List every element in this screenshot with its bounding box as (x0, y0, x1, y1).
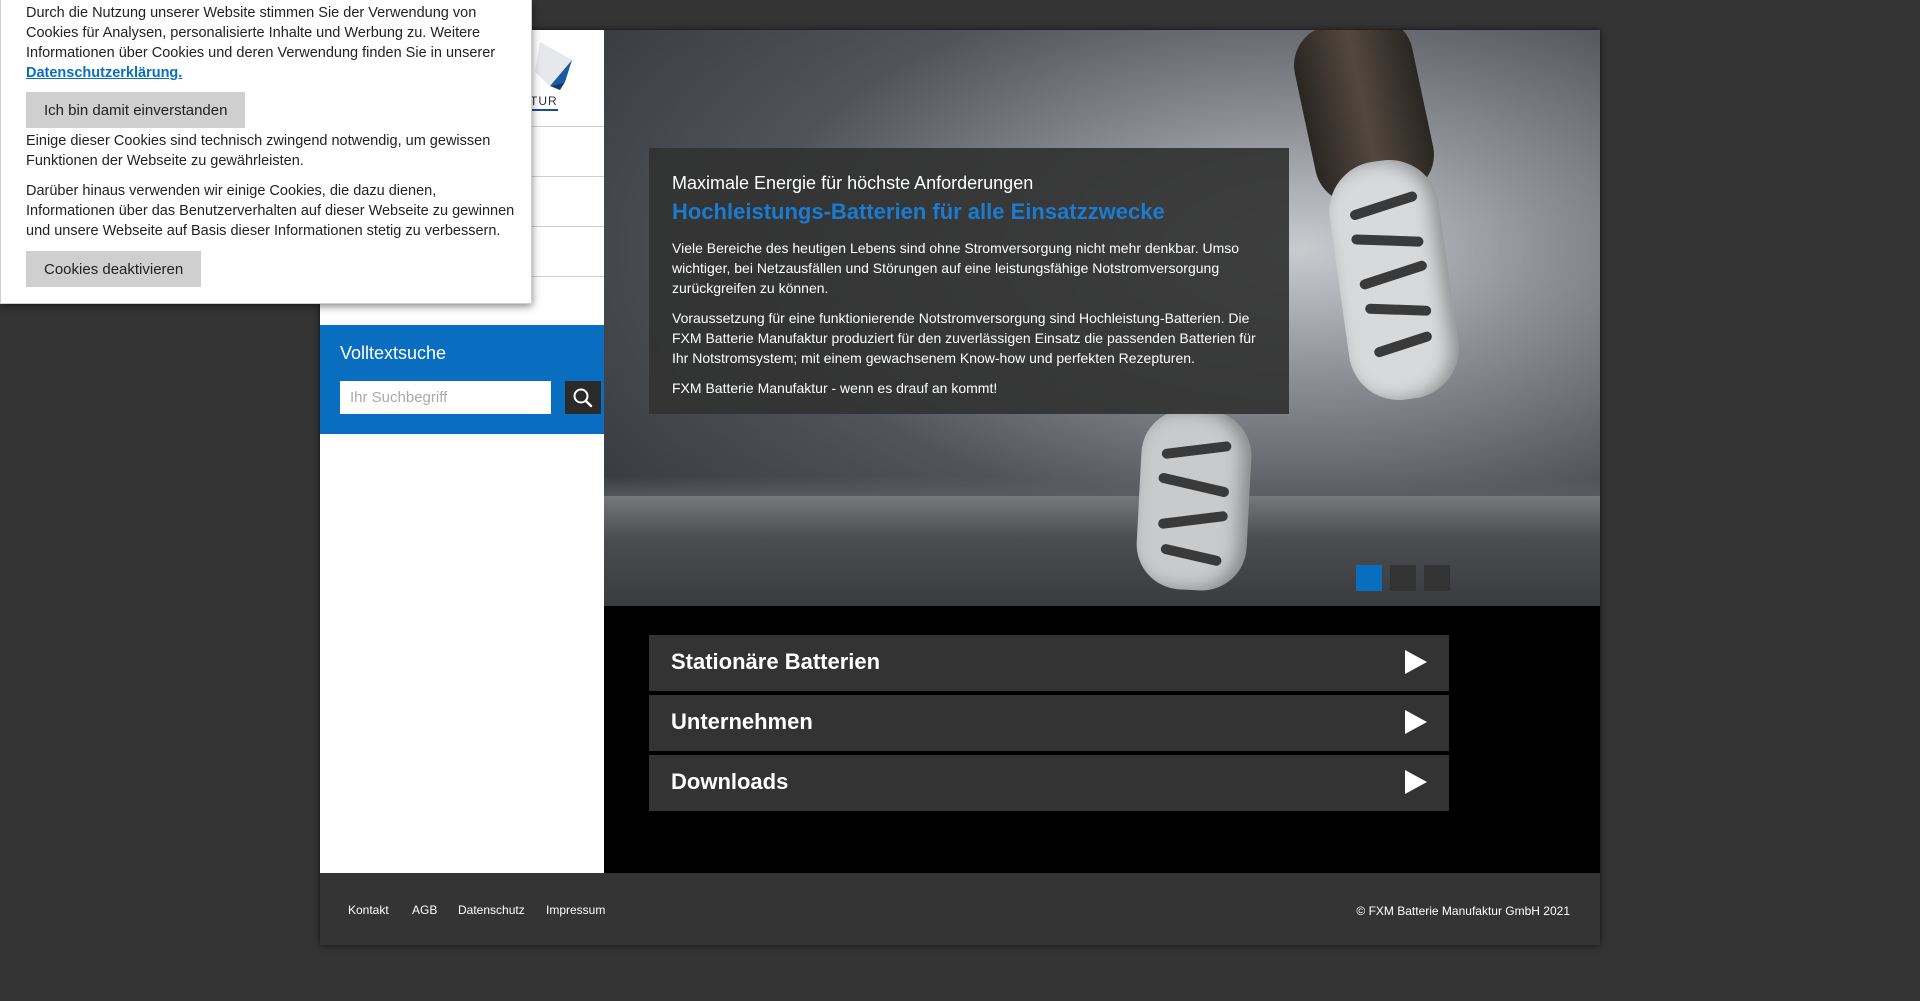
footer-link-kontakt[interactable]: Kontakt (348, 903, 389, 917)
privacy-policy-link[interactable]: Datenschutzerklärung. (26, 65, 182, 81)
accept-cookies-button[interactable]: Ich bin damit einverstanden (26, 92, 246, 128)
category-downloads[interactable]: Downloads (649, 755, 1449, 811)
category-label: Downloads (671, 769, 789, 794)
hero-paragraph: Voraussetzung für eine funktionierende N… (672, 310, 1256, 366)
category-label: Unternehmen (671, 709, 813, 734)
footer-link-datenschutz[interactable]: Datenschutz (458, 903, 525, 917)
category-label: Stationäre Batterien (671, 649, 881, 674)
footer-link-agb[interactable]: AGB (412, 903, 437, 917)
copyright: © FXM Batterie Manufaktur GmbH 2021 (1356, 904, 1570, 918)
slider-dot[interactable] (1424, 565, 1450, 591)
slider-dot[interactable] (1390, 565, 1416, 591)
search-button[interactable] (565, 381, 601, 414)
logo-text: TUR (530, 94, 558, 111)
search-panel: Volltextsuche (320, 325, 629, 434)
hero-shoe-sole (1322, 153, 1466, 407)
cookie-analytics-text: Darüber hinaus verwenden wir einige Cook… (26, 183, 515, 239)
hero-road (604, 496, 1600, 606)
search-input[interactable] (340, 381, 551, 414)
hero-paragraph: Viele Bereiche des heutigen Lebens sind … (672, 240, 1240, 296)
hero-text-card: Maximale Energie für höchste Anforderung… (649, 148, 1289, 414)
hero-title: Hochleistungs-Batterien für alle Einsatz… (672, 199, 1165, 224)
search-title: Volltextsuche (340, 343, 447, 363)
slider-dot[interactable] (1356, 565, 1382, 591)
search-icon (573, 388, 593, 408)
hero-paragraph: FXM Batterie Manufaktur - wenn es drauf … (672, 380, 998, 396)
arrow-right-icon (1405, 710, 1427, 734)
cookie-intro-text: Durch die Nutzung unserer Website stimme… (26, 5, 496, 61)
footer-link-impressum[interactable]: Impressum (546, 903, 605, 917)
cookie-banner: Durch die Nutzung unserer Website stimme… (0, 0, 532, 304)
category-stationaere-batterien[interactable]: Stationäre Batterien (649, 635, 1449, 691)
cookie-technical-text: Einige dieser Cookies sind technisch zwi… (26, 133, 491, 169)
arrow-right-icon (1405, 770, 1427, 794)
footer: Kontakt AGB Datenschutz Impressum © FXM … (320, 873, 1600, 945)
deactivate-cookies-button[interactable]: Cookies deaktivieren (26, 251, 202, 287)
hero-shoe-heel (1134, 407, 1254, 593)
cookie-intro: Durch die Nutzung unserer Website stimme… (26, 3, 516, 83)
arrow-right-icon (1405, 650, 1427, 674)
hero-slider: Maximale Energie für höchste Anforderung… (604, 30, 1600, 606)
category-unternehmen[interactable]: Unternehmen (649, 695, 1449, 751)
hero-subtitle: Maximale Energie für höchste Anforderung… (672, 173, 1034, 193)
